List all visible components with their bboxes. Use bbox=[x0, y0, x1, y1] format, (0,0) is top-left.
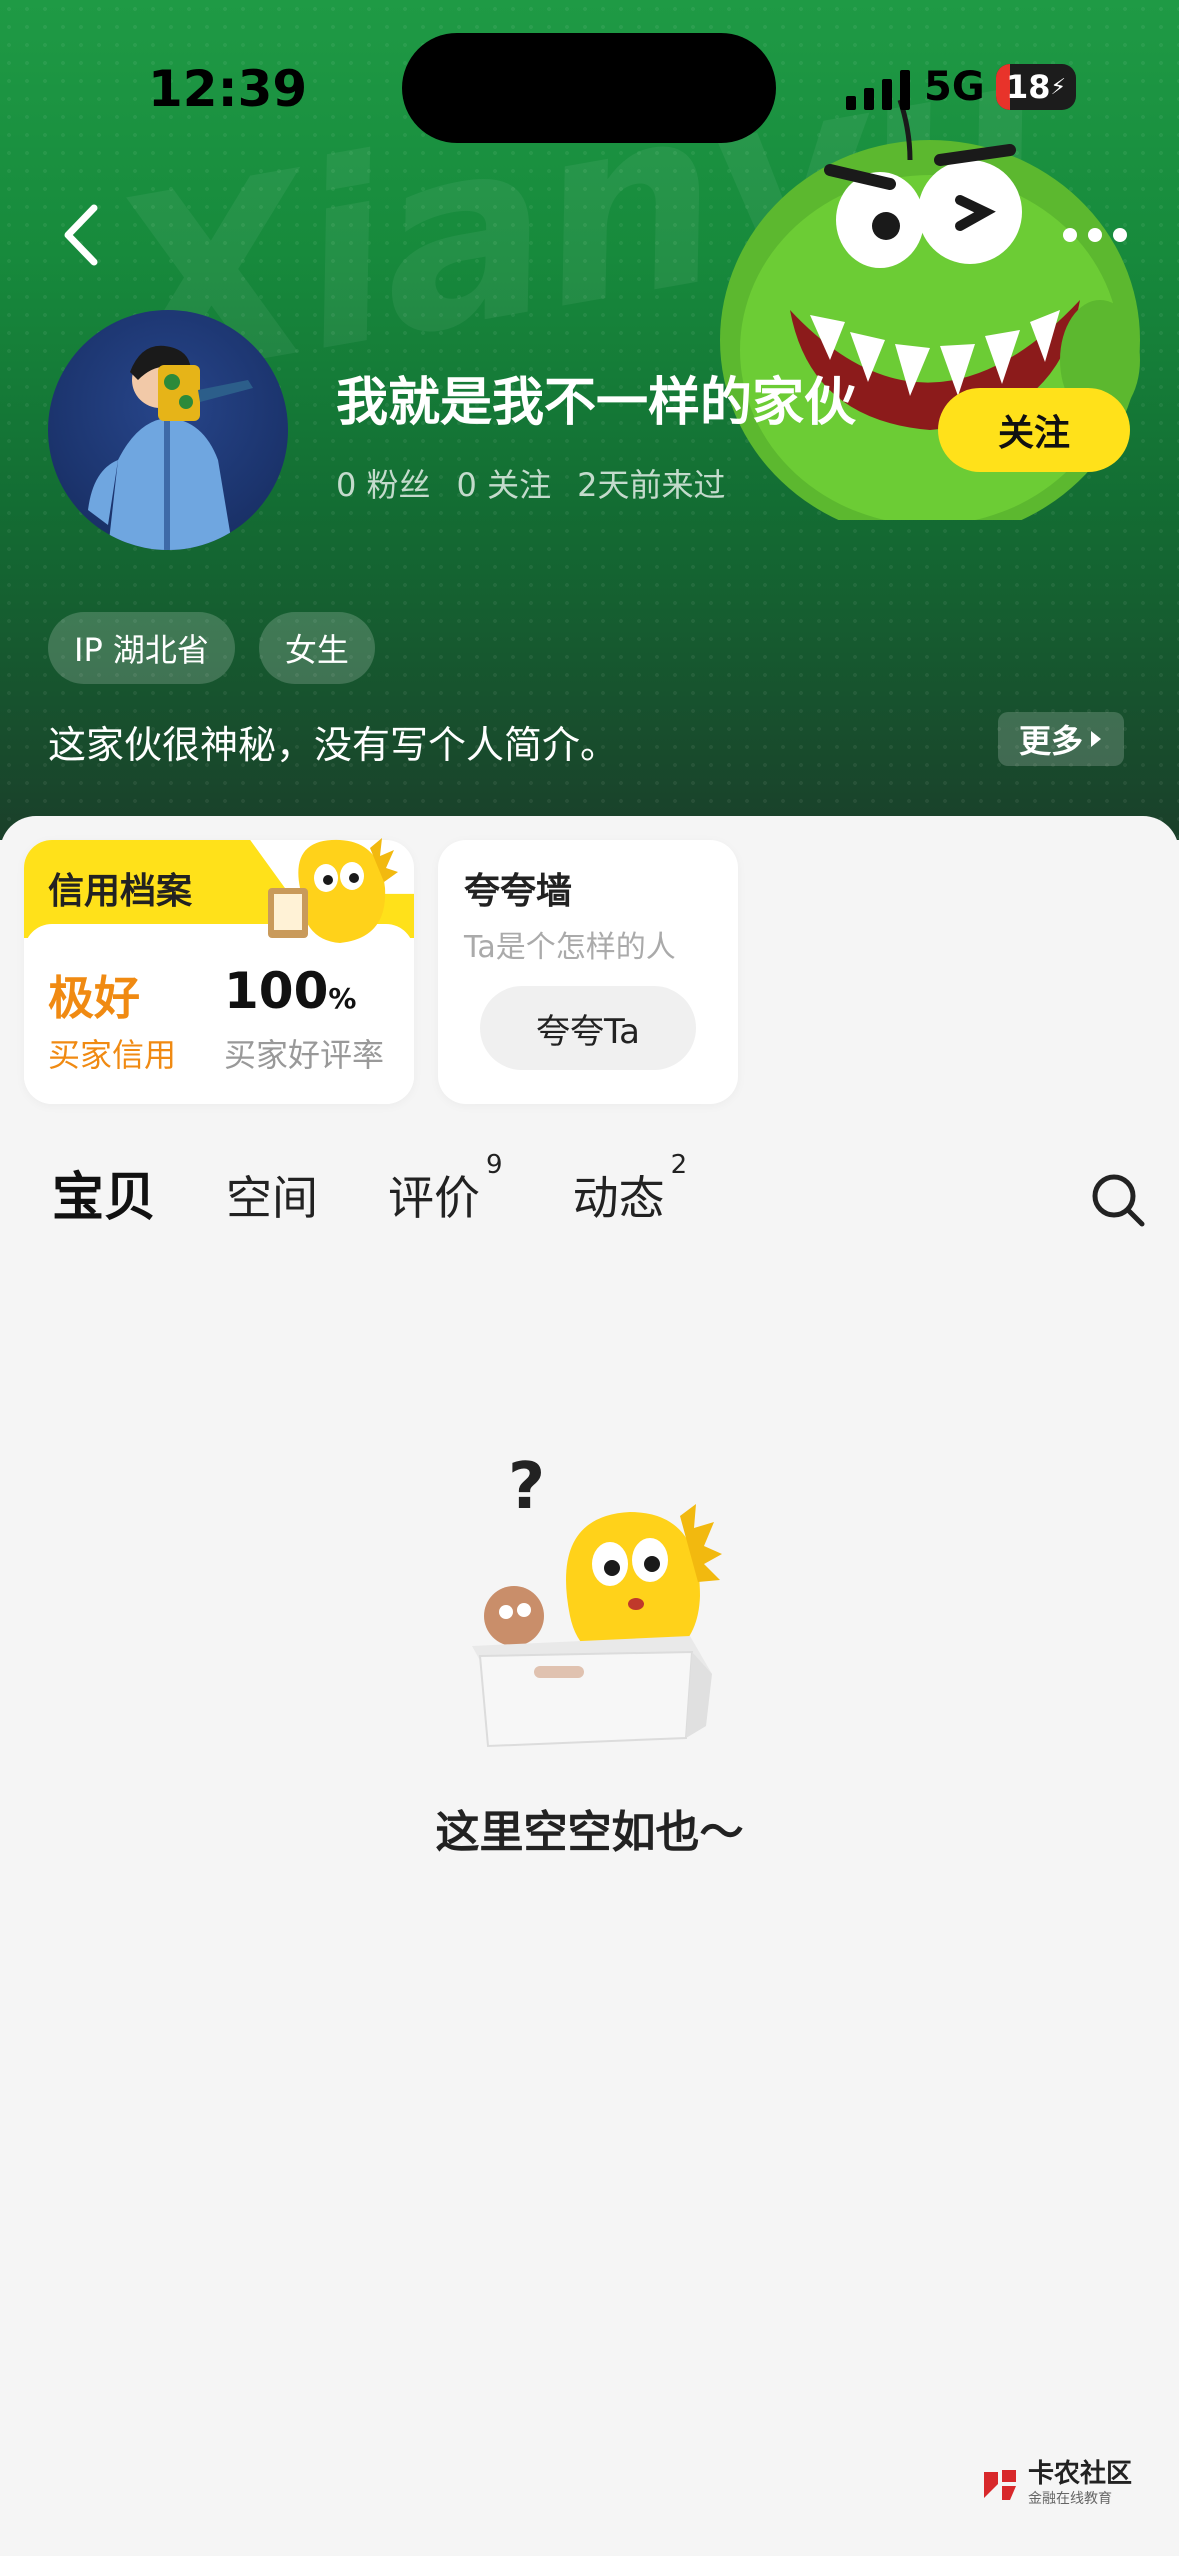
tab-activity-label: 动态 bbox=[572, 1171, 665, 1225]
follow-button[interactable]: 关注 bbox=[938, 388, 1130, 472]
search-icon[interactable] bbox=[1090, 1172, 1146, 1228]
tab-reviews-label: 评价 bbox=[388, 1171, 481, 1225]
empty-box-illustration: ? bbox=[472, 1456, 722, 1748]
tab-space[interactable]: 空间 bbox=[226, 1166, 318, 1230]
gender-tag: 女生 bbox=[258, 612, 375, 684]
positive-rate: 100% bbox=[224, 962, 356, 1020]
buyer-credit-label: 买家信用 bbox=[48, 1036, 177, 1074]
caret-right-icon bbox=[1091, 731, 1101, 747]
profile-tabs: 宝贝 空间 评价9 动态2 bbox=[47, 1152, 757, 1230]
followers-count[interactable]: 0 粉丝 bbox=[336, 460, 431, 506]
back-button[interactable] bbox=[52, 200, 112, 270]
kanong-logo-icon bbox=[984, 2470, 1016, 2500]
praise-button[interactable]: 夸夸Ta bbox=[480, 986, 696, 1070]
network-label: 5G bbox=[924, 64, 985, 110]
tab-reviews[interactable]: 评价9 bbox=[388, 1152, 503, 1230]
watermark: 卡农社区 金融在线教育 bbox=[980, 2460, 1132, 2508]
dynamic-island bbox=[402, 33, 776, 143]
tab-space-label: 空间 bbox=[226, 1171, 319, 1225]
battery-label: 18 bbox=[1006, 68, 1051, 106]
tab-items-label: 宝贝 bbox=[52, 1168, 157, 1228]
watermark-title: 卡农社区 bbox=[1028, 2459, 1133, 2489]
username: 我就是我不一样的家伙 bbox=[336, 374, 857, 432]
watermark-subtitle: 金融在线教育 bbox=[1028, 2491, 1112, 2507]
last-seen: 2天前来过 bbox=[577, 466, 726, 504]
signal-icon bbox=[846, 70, 910, 110]
status-time: 12:39 bbox=[148, 60, 308, 118]
praise-wall-subtitle: Ta是个怎样的人 bbox=[464, 930, 676, 965]
credit-mascot-icon bbox=[268, 838, 398, 943]
positive-rate-value: 100 bbox=[224, 962, 329, 1020]
more-bio-label: 更多 bbox=[1018, 722, 1083, 760]
more-bio-button[interactable]: 更多 bbox=[998, 712, 1124, 766]
profile-stats: 0 粉丝 0 关注 2天前来过 bbox=[336, 460, 725, 506]
tab-reviews-count: 9 bbox=[486, 1150, 503, 1180]
profile-tags: IP 湖北省 女生 bbox=[48, 612, 375, 684]
tab-activity[interactable]: 动态2 bbox=[572, 1152, 688, 1230]
empty-state-text: 这里空空如也～ bbox=[435, 1807, 744, 1858]
bio-text: 这家伙很神秘，没有写个人简介。 bbox=[48, 723, 619, 767]
positive-rate-unit: % bbox=[328, 982, 357, 1015]
more-options-button[interactable] bbox=[1060, 220, 1130, 250]
positive-rate-label: 买家好评率 bbox=[224, 1036, 385, 1074]
avatar[interactable] bbox=[48, 310, 288, 550]
battery-icon: 18 ⚡ bbox=[996, 64, 1076, 110]
praise-wall-title: 夸夸墙 bbox=[464, 871, 573, 912]
credit-card-title: 信用档案 bbox=[48, 871, 193, 912]
ip-location-tag: IP 湖北省 bbox=[48, 612, 235, 684]
tab-activity-count: 2 bbox=[670, 1150, 688, 1180]
avatar-image bbox=[88, 345, 253, 550]
tab-items[interactable]: 宝贝 bbox=[47, 1166, 161, 1230]
following-count[interactable]: 0 关注 bbox=[457, 460, 552, 506]
buyer-credit-level: 极好 bbox=[48, 971, 140, 1025]
svg-text:?: ? bbox=[508, 1456, 545, 1524]
